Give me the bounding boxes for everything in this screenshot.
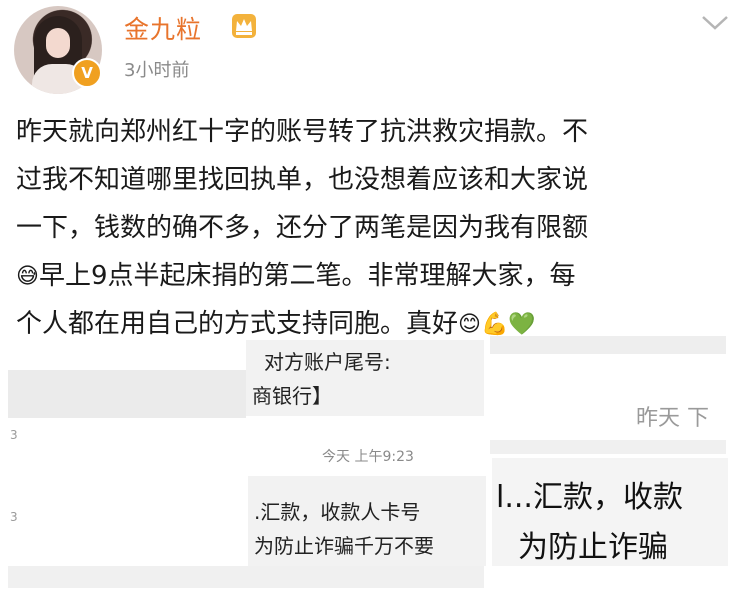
image-blurred-right-mid[interactable] (490, 440, 726, 454)
snippet-account-tail: 对方账户尾号: (264, 350, 391, 374)
snippet-remit-line2: 为防止诈骗千万不要 (254, 534, 434, 558)
green-heart-emoji-icon: 💚 (508, 311, 536, 337)
post-line-5: 个人都在用自己的方式支持同胞。真好 (16, 309, 459, 339)
image-blurred-left-top[interactable] (8, 370, 246, 418)
post-line-4: 早上9点半起床捐的第二笔。非常理解大家，每 (38, 261, 576, 291)
edge-mark: 3 (10, 510, 18, 524)
snippet-remit-line1: .汇款，收款人卡号 (254, 500, 421, 524)
post-time: 3小时前 (124, 60, 190, 81)
sweat-smile-emoji-icon: 😅 (16, 263, 39, 289)
muscle-emoji-icon: 💪 (480, 311, 509, 337)
yesterday-label: 昨天 下 (636, 406, 709, 431)
image-blurred-bottom-left[interactable] (8, 566, 484, 588)
username[interactable]: 金九粒 (124, 10, 202, 46)
post-line-3: 一下，钱数的确不多，还分了两笔是因为我有限额 (16, 213, 589, 243)
post-text: 昨天就向郑州红十字的账号转了抗洪救灾捐款。不 过我不知道哪里找回执单，也没想着应… (16, 108, 736, 348)
avatar-face (46, 28, 70, 58)
smile-emoji-icon: 😊 (458, 311, 481, 337)
image-blurred-right-top[interactable] (490, 336, 726, 354)
verified-badge-icon: V (72, 58, 102, 88)
edge-mark: 3 (10, 428, 18, 442)
snippet-bank-name: 商银行】 (252, 384, 332, 408)
image-remittance-snippet[interactable]: .汇款，收款人卡号 为防止诈骗千万不要 (248, 476, 486, 566)
image-transfer-snippet[interactable]: 对方账户尾号: 商银行】 (246, 340, 484, 416)
zoom-remit-line1: l...汇款，收款 (496, 480, 683, 515)
chat-timestamp: 今天 上午9:23 (322, 449, 414, 465)
post-line-1: 昨天就向郑州红十字的账号转了抗洪救灾捐款。不 (16, 117, 589, 147)
post-line-2: 过我不知道哪里找回执单，也没想着应该和大家说 (16, 165, 589, 195)
image-remittance-zoom[interactable]: l...汇款，收款 为防止诈骗 (492, 458, 728, 566)
chevron-down-icon[interactable] (700, 12, 730, 32)
zoom-remit-line2: 为防止诈骗 (518, 530, 668, 565)
crown-icon (232, 14, 256, 38)
